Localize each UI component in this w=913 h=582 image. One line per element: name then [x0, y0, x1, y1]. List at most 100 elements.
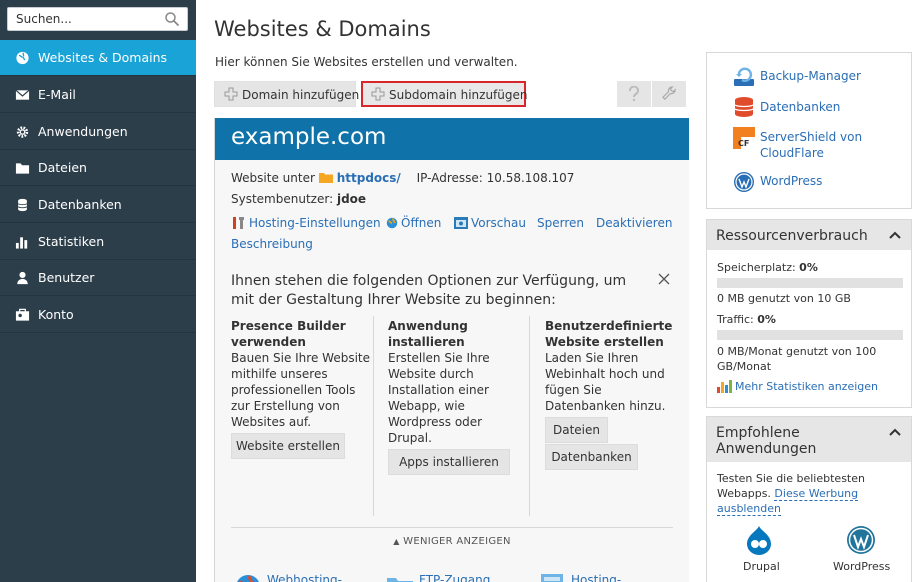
- hosting-settings-icon: [541, 574, 563, 582]
- databases-button[interactable]: Datenbanken: [545, 444, 638, 470]
- storage-percent: 0%: [799, 261, 818, 274]
- webhosting-access-link[interactable]: Webhosting-Zugang: [267, 572, 357, 582]
- wordpress-label: WordPress: [833, 560, 891, 573]
- domain-body: Website unter httpdocs/ IP-Adresse: 10.5…: [215, 160, 689, 582]
- option-heading: Anwendung installieren: [388, 319, 468, 349]
- wordpress-link[interactable]: WordPress: [760, 173, 822, 189]
- add-subdomain-button[interactable]: Subdomain hinzufügen: [361, 81, 528, 107]
- resource-usage-panel: Ressourcenverbrauch Speicherplatz: 0% 0 …: [706, 219, 912, 408]
- sidebar-item-applications[interactable]: Anwendungen: [0, 114, 196, 150]
- open-link[interactable]: Öffnen: [401, 216, 441, 230]
- storage-row: Speicherplatz: 0%: [717, 260, 818, 275]
- more-statistics-link[interactable]: Mehr Statistiken anzeigen: [735, 379, 878, 395]
- traffic-label: Traffic:: [717, 313, 754, 326]
- settings-button[interactable]: [652, 81, 686, 107]
- tools-icon: [233, 217, 244, 229]
- sidebar-item-websites-domains[interactable]: Websites & Domains: [0, 40, 196, 76]
- option-install-app: Anwendung installieren Erstellen Sie Ihr…: [388, 318, 518, 446]
- show-less-label: WENIGER ANZEIGEN: [403, 536, 511, 547]
- domain-name[interactable]: example.com: [231, 124, 386, 150]
- help-button[interactable]: [617, 81, 651, 107]
- deactivate-link[interactable]: Deaktivieren: [596, 216, 672, 230]
- ip-label: IP-Adresse:: [416, 171, 483, 185]
- resource-usage-header[interactable]: Ressourcenverbrauch: [707, 220, 911, 250]
- sidebar-item-label: Websites & Domains: [38, 50, 168, 65]
- recommended-apps-panel: Empfohlene Anwendungen Testen Sie die be…: [706, 416, 912, 582]
- question-mark-icon: [629, 86, 639, 102]
- recommended-intro: Testen Sie die beliebtesten Webapps. Die…: [717, 471, 897, 516]
- sidebar-item-statistics[interactable]: Statistiken: [0, 224, 196, 260]
- search-input[interactable]: Suchen...: [7, 7, 188, 31]
- install-apps-button[interactable]: Apps installieren: [388, 449, 510, 475]
- database-icon: [734, 97, 754, 117]
- webhosting-globe-icon: [237, 575, 259, 582]
- chevron-up-icon: ▲: [393, 537, 400, 546]
- website-at-label: Website unter: [231, 171, 315, 185]
- storage-label: Speicherplatz:: [717, 261, 796, 274]
- add-domain-label: Domain hinzufügen: [242, 88, 360, 102]
- sidebar-item-users[interactable]: Benutzer: [0, 260, 196, 296]
- hosting-settings-link[interactable]: Hosting-Einstellungen: [249, 216, 381, 230]
- wordpress-icon[interactable]: [846, 525, 876, 555]
- sidebar-item-label: Datenbanken: [38, 197, 122, 212]
- recommended-apps-header[interactable]: Empfohlene Anwendungen: [707, 417, 911, 462]
- hosting-settings-bottom-link[interactable]: Hosting-Einstellungen: [571, 572, 661, 582]
- page-title: Websites & Domains: [214, 17, 431, 41]
- traffic-detail: 0 MB/Monat genutzt von 100 GB/Monat: [717, 345, 877, 373]
- servershield-link[interactable]: ServerShield von CloudFlare: [760, 129, 900, 161]
- traffic-bar: [717, 330, 903, 340]
- statistics-icon: [717, 380, 732, 393]
- add-subdomain-label: Subdomain hinzufügen: [389, 88, 528, 102]
- suspend-link[interactable]: Sperren: [537, 216, 584, 230]
- resource-usage-title: Ressourcenverbrauch: [716, 228, 868, 244]
- website-info-row: Website unter httpdocs/ IP-Adresse: 10.5…: [231, 171, 574, 185]
- domain-panel: example.com Website unter httpdocs/ IP-A…: [214, 118, 689, 582]
- add-domain-button[interactable]: Domain hinzufügen: [214, 81, 360, 107]
- create-website-button[interactable]: Website erstellen: [231, 433, 345, 459]
- show-less-button[interactable]: ▲ WENIGER ANZEIGEN: [215, 536, 689, 547]
- cloudflare-icon: CF: [733, 127, 755, 149]
- storage-detail: 0 MB genutzt von 10 GB: [717, 292, 851, 305]
- option-text: Bauen Sie Ihre Website mithilfe unseres …: [231, 351, 370, 429]
- divider: [231, 527, 673, 528]
- option-text: Laden Sie Ihren Webinhalt hoch und fügen…: [545, 351, 666, 413]
- sidebar-item-label: Anwendungen: [38, 124, 128, 139]
- database-icon: [17, 198, 28, 212]
- docroot-link[interactable]: httpdocs/: [337, 171, 401, 185]
- preview-icon: [454, 217, 468, 229]
- ftp-access-link[interactable]: FTP-Zugang: [419, 572, 490, 582]
- sidebar-item-label: Statistiken: [38, 234, 105, 249]
- backup-icon: [734, 67, 754, 86]
- search-icon[interactable]: [164, 11, 180, 27]
- ip-value: 10.58.108.107: [486, 171, 575, 185]
- sidebar-item-email[interactable]: E-Mail: [0, 77, 196, 113]
- option-text: Erstellen Sie Ihre Website durch Install…: [388, 351, 490, 445]
- description-link[interactable]: Beschreibung: [231, 237, 313, 251]
- sidebar-item-databases[interactable]: Datenbanken: [0, 187, 196, 223]
- plus-icon: [371, 87, 385, 101]
- wrench-icon: [662, 86, 676, 100]
- search-placeholder: Suchen...: [16, 12, 72, 26]
- drupal-icon[interactable]: [745, 525, 773, 555]
- sysuser-label: Systembenutzer:: [231, 192, 334, 206]
- globe-icon: [16, 51, 29, 65]
- sysuser-value: jdoe: [336, 192, 367, 206]
- gear-icon: [16, 126, 29, 138]
- open-globe-icon: [386, 217, 398, 229]
- close-icon[interactable]: [657, 272, 671, 286]
- sysuser-row: Systembenutzer: jdoe: [231, 192, 366, 206]
- traffic-row: Traffic: 0%: [717, 312, 776, 327]
- backup-manager-link[interactable]: Backup-Manager: [760, 68, 861, 84]
- sidebar-item-label: E-Mail: [38, 87, 76, 102]
- option-heading: Presence Builder verwenden: [231, 319, 346, 349]
- sidebar-item-files[interactable]: Dateien: [0, 150, 196, 186]
- user-icon: [17, 271, 28, 285]
- preview-link[interactable]: Vorschau: [471, 216, 526, 230]
- chevron-up-icon: [889, 231, 901, 239]
- storage-bar: [717, 278, 903, 288]
- domain-header: example.com: [215, 118, 689, 160]
- sidebar-item-account[interactable]: Konto: [0, 297, 196, 333]
- files-button[interactable]: Dateien: [545, 417, 608, 443]
- databases-link[interactable]: Datenbanken: [760, 99, 840, 115]
- traffic-percent: 0%: [757, 313, 776, 326]
